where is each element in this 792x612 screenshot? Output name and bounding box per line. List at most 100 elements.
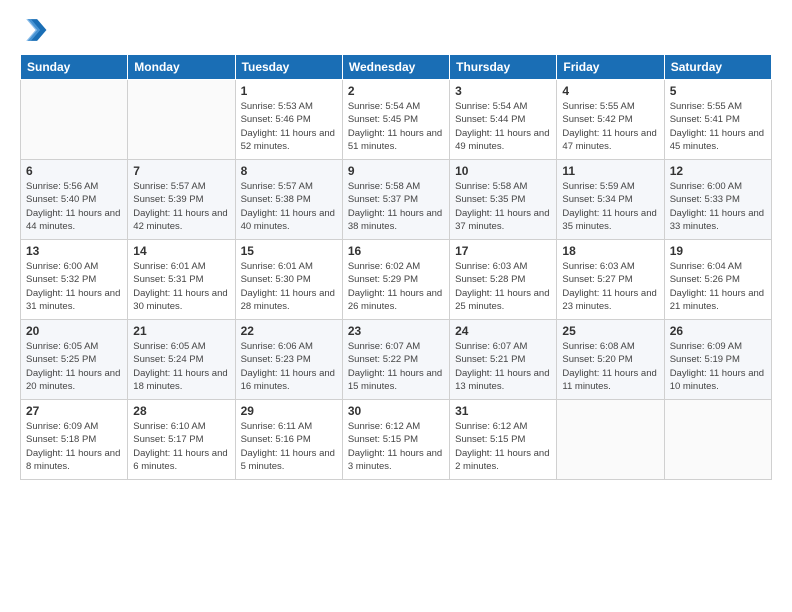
cell-details: Sunrise: 6:05 AM Sunset: 5:24 PM Dayligh… <box>133 340 229 393</box>
cell-details: Sunrise: 6:11 AM Sunset: 5:16 PM Dayligh… <box>241 420 337 473</box>
page: SundayMondayTuesdayWednesdayThursdayFrid… <box>0 0 792 612</box>
cell-details: Sunrise: 6:10 AM Sunset: 5:17 PM Dayligh… <box>133 420 229 473</box>
logo <box>20 16 52 44</box>
calendar-cell: 1 Sunrise: 5:53 AM Sunset: 5:46 PM Daylig… <box>235 80 342 160</box>
cell-details: Sunrise: 6:12 AM Sunset: 5:15 PM Dayligh… <box>455 420 551 473</box>
header <box>20 16 772 44</box>
week-row-2: 6 Sunrise: 5:56 AM Sunset: 5:40 PM Daylig… <box>21 160 772 240</box>
cell-details: Sunrise: 5:53 AM Sunset: 5:46 PM Dayligh… <box>241 100 337 153</box>
cell-details: Sunrise: 6:12 AM Sunset: 5:15 PM Dayligh… <box>348 420 444 473</box>
calendar-cell: 27 Sunrise: 6:09 AM Sunset: 5:18 PM Dayli… <box>21 400 128 480</box>
day-number: 25 <box>562 324 658 338</box>
calendar-cell: 28 Sunrise: 6:10 AM Sunset: 5:17 PM Dayli… <box>128 400 235 480</box>
day-number: 23 <box>348 324 444 338</box>
cell-details: Sunrise: 5:55 AM Sunset: 5:41 PM Dayligh… <box>670 100 766 153</box>
day-number: 21 <box>133 324 229 338</box>
calendar-cell: 21 Sunrise: 6:05 AM Sunset: 5:24 PM Dayli… <box>128 320 235 400</box>
calendar-cell: 8 Sunrise: 5:57 AM Sunset: 5:38 PM Daylig… <box>235 160 342 240</box>
day-number: 6 <box>26 164 122 178</box>
day-number: 12 <box>670 164 766 178</box>
weekday-header-row: SundayMondayTuesdayWednesdayThursdayFrid… <box>21 55 772 80</box>
cell-details: Sunrise: 5:59 AM Sunset: 5:34 PM Dayligh… <box>562 180 658 233</box>
cell-details: Sunrise: 6:07 AM Sunset: 5:21 PM Dayligh… <box>455 340 551 393</box>
calendar-body: 1 Sunrise: 5:53 AM Sunset: 5:46 PM Daylig… <box>21 80 772 480</box>
calendar-cell: 12Sunrise: 6:00 AM Sunset: 5:33 PM Dayli… <box>664 160 771 240</box>
calendar-cell: 5Sunrise: 5:55 AM Sunset: 5:41 PM Daylig… <box>664 80 771 160</box>
cell-details: Sunrise: 5:58 AM Sunset: 5:35 PM Dayligh… <box>455 180 551 233</box>
cell-details: Sunrise: 6:08 AM Sunset: 5:20 PM Dayligh… <box>562 340 658 393</box>
day-number: 16 <box>348 244 444 258</box>
calendar-cell: 10 Sunrise: 5:58 AM Sunset: 5:35 PM Dayli… <box>450 160 557 240</box>
day-number: 30 <box>348 404 444 418</box>
day-number: 10 <box>455 164 551 178</box>
weekday-monday: Monday <box>128 55 235 80</box>
cell-details: Sunrise: 5:57 AM Sunset: 5:39 PM Dayligh… <box>133 180 229 233</box>
weekday-sunday: Sunday <box>21 55 128 80</box>
cell-details: Sunrise: 5:58 AM Sunset: 5:37 PM Dayligh… <box>348 180 444 233</box>
cell-details: Sunrise: 5:54 AM Sunset: 5:44 PM Dayligh… <box>455 100 551 153</box>
day-number: 14 <box>133 244 229 258</box>
cell-details: Sunrise: 5:57 AM Sunset: 5:38 PM Dayligh… <box>241 180 337 233</box>
day-number: 26 <box>670 324 766 338</box>
calendar-cell: 25 Sunrise: 6:08 AM Sunset: 5:20 PM Dayli… <box>557 320 664 400</box>
day-number: 22 <box>241 324 337 338</box>
calendar-cell: 24 Sunrise: 6:07 AM Sunset: 5:21 PM Dayli… <box>450 320 557 400</box>
cell-details: Sunrise: 6:03 AM Sunset: 5:28 PM Dayligh… <box>455 260 551 313</box>
calendar-cell: 3 Sunrise: 5:54 AM Sunset: 5:44 PM Daylig… <box>450 80 557 160</box>
day-number: 18 <box>562 244 658 258</box>
calendar-cell: 29Sunrise: 6:11 AM Sunset: 5:16 PM Dayli… <box>235 400 342 480</box>
calendar-cell: 18 Sunrise: 6:03 AM Sunset: 5:27 PM Dayli… <box>557 240 664 320</box>
calendar-cell: 23 Sunrise: 6:07 AM Sunset: 5:22 PM Dayli… <box>342 320 449 400</box>
calendar-cell: 16 Sunrise: 6:02 AM Sunset: 5:29 PM Dayli… <box>342 240 449 320</box>
day-number: 31 <box>455 404 551 418</box>
cell-details: Sunrise: 5:55 AM Sunset: 5:42 PM Dayligh… <box>562 100 658 153</box>
day-number: 1 <box>241 84 337 98</box>
week-row-5: 27 Sunrise: 6:09 AM Sunset: 5:18 PM Dayli… <box>21 400 772 480</box>
calendar-cell: 4 Sunrise: 5:55 AM Sunset: 5:42 PM Daylig… <box>557 80 664 160</box>
day-number: 8 <box>241 164 337 178</box>
day-number: 7 <box>133 164 229 178</box>
day-number: 4 <box>562 84 658 98</box>
weekday-tuesday: Tuesday <box>235 55 342 80</box>
day-number: 28 <box>133 404 229 418</box>
day-number: 2 <box>348 84 444 98</box>
cell-details: Sunrise: 6:02 AM Sunset: 5:29 PM Dayligh… <box>348 260 444 313</box>
day-number: 15 <box>241 244 337 258</box>
calendar-cell <box>128 80 235 160</box>
weekday-friday: Friday <box>557 55 664 80</box>
calendar-cell: 17 Sunrise: 6:03 AM Sunset: 5:28 PM Dayli… <box>450 240 557 320</box>
cell-details: Sunrise: 6:09 AM Sunset: 5:18 PM Dayligh… <box>26 420 122 473</box>
calendar-cell: 11Sunrise: 5:59 AM Sunset: 5:34 PM Dayli… <box>557 160 664 240</box>
day-number: 17 <box>455 244 551 258</box>
calendar-cell: 26 Sunrise: 6:09 AM Sunset: 5:19 PM Dayli… <box>664 320 771 400</box>
cell-details: Sunrise: 6:05 AM Sunset: 5:25 PM Dayligh… <box>26 340 122 393</box>
calendar-cell: 19 Sunrise: 6:04 AM Sunset: 5:26 PM Dayli… <box>664 240 771 320</box>
calendar-cell: 7 Sunrise: 5:57 AM Sunset: 5:39 PM Daylig… <box>128 160 235 240</box>
cell-details: Sunrise: 6:04 AM Sunset: 5:26 PM Dayligh… <box>670 260 766 313</box>
calendar-cell <box>21 80 128 160</box>
calendar-cell: 15Sunrise: 6:01 AM Sunset: 5:30 PM Dayli… <box>235 240 342 320</box>
cell-details: Sunrise: 6:01 AM Sunset: 5:31 PM Dayligh… <box>133 260 229 313</box>
weekday-wednesday: Wednesday <box>342 55 449 80</box>
day-number: 3 <box>455 84 551 98</box>
day-number: 19 <box>670 244 766 258</box>
day-number: 20 <box>26 324 122 338</box>
day-number: 24 <box>455 324 551 338</box>
cell-details: Sunrise: 5:54 AM Sunset: 5:45 PM Dayligh… <box>348 100 444 153</box>
calendar-cell: 2 Sunrise: 5:54 AM Sunset: 5:45 PM Daylig… <box>342 80 449 160</box>
week-row-3: 13Sunrise: 6:00 AM Sunset: 5:32 PM Dayli… <box>21 240 772 320</box>
cell-details: Sunrise: 5:56 AM Sunset: 5:40 PM Dayligh… <box>26 180 122 233</box>
cell-details: Sunrise: 6:07 AM Sunset: 5:22 PM Dayligh… <box>348 340 444 393</box>
calendar-cell: 13Sunrise: 6:00 AM Sunset: 5:32 PM Dayli… <box>21 240 128 320</box>
calendar-cell: 22Sunrise: 6:06 AM Sunset: 5:23 PM Dayli… <box>235 320 342 400</box>
logo-icon <box>20 16 48 44</box>
calendar-cell: 30 Sunrise: 6:12 AM Sunset: 5:15 PM Dayli… <box>342 400 449 480</box>
week-row-4: 20 Sunrise: 6:05 AM Sunset: 5:25 PM Dayli… <box>21 320 772 400</box>
calendar-cell: 20 Sunrise: 6:05 AM Sunset: 5:25 PM Dayli… <box>21 320 128 400</box>
cell-details: Sunrise: 6:03 AM Sunset: 5:27 PM Dayligh… <box>562 260 658 313</box>
cell-details: Sunrise: 6:09 AM Sunset: 5:19 PM Dayligh… <box>670 340 766 393</box>
weekday-saturday: Saturday <box>664 55 771 80</box>
calendar-cell <box>557 400 664 480</box>
weekday-thursday: Thursday <box>450 55 557 80</box>
day-number: 27 <box>26 404 122 418</box>
